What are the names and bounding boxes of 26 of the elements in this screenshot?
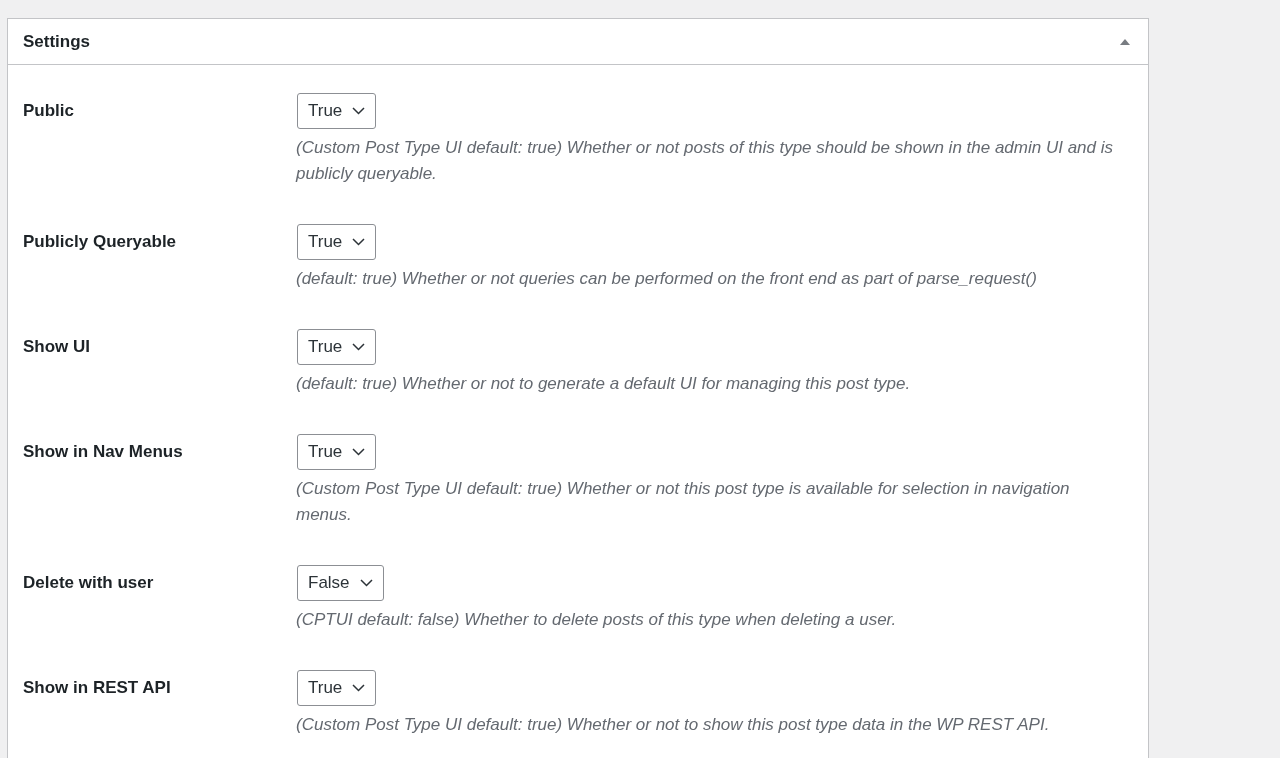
- setting-description: (Custom Post Type UI default: true) Whether or not to show this post type data in the WP REST API.: [296, 714, 1051, 736]
- select-dropdown[interactable]: True: [297, 93, 377, 129]
- setting-label: Public: [23, 100, 74, 123]
- chevron-down-icon: [352, 107, 366, 115]
- setting-label: Delete with user: [23, 572, 154, 595]
- select-dropdown[interactable]: True: [297, 670, 377, 706]
- chevron-down-icon: [352, 684, 366, 692]
- chevron-down-icon: [352, 238, 366, 246]
- setting-description: (CPTUI default: false) Whether to delete posts of this type when deleting a user.: [296, 609, 898, 631]
- setting-label: Show in Nav Menus: [23, 441, 183, 464]
- select-dropdown[interactable]: True: [297, 329, 377, 365]
- setting-description: (Custom Post Type UI default: true) Whether or not this post type is available for selection in navigation menus.: [296, 478, 1071, 526]
- setting-description: (Custom Post Type UI default: true) Whether or not posts of this type should be shown in the admin UI and is publicly queryable.: [296, 137, 1115, 185]
- setting-label: Show in REST API: [23, 677, 171, 700]
- select-dropdown[interactable]: True: [297, 434, 377, 470]
- setting-label: Show UI: [23, 336, 91, 359]
- panel-title: Settings: [23, 30, 91, 53]
- chevron-down-icon: [352, 448, 366, 456]
- chevron-down-icon: [359, 579, 373, 587]
- select-dropdown[interactable]: True: [297, 224, 377, 260]
- setting-description: (default: true) Whether or not queries can be performed on the front end as part of parse_request(): [296, 268, 1038, 290]
- toggle-arrow-icon[interactable]: [1119, 37, 1131, 46]
- setting-description: (default: true) Whether or not to generate a default UI for managing this post type.: [296, 373, 912, 395]
- select-dropdown[interactable]: False: [297, 565, 384, 601]
- setting-label: Publicly Queryable: [23, 231, 177, 254]
- chevron-down-icon: [352, 343, 366, 351]
